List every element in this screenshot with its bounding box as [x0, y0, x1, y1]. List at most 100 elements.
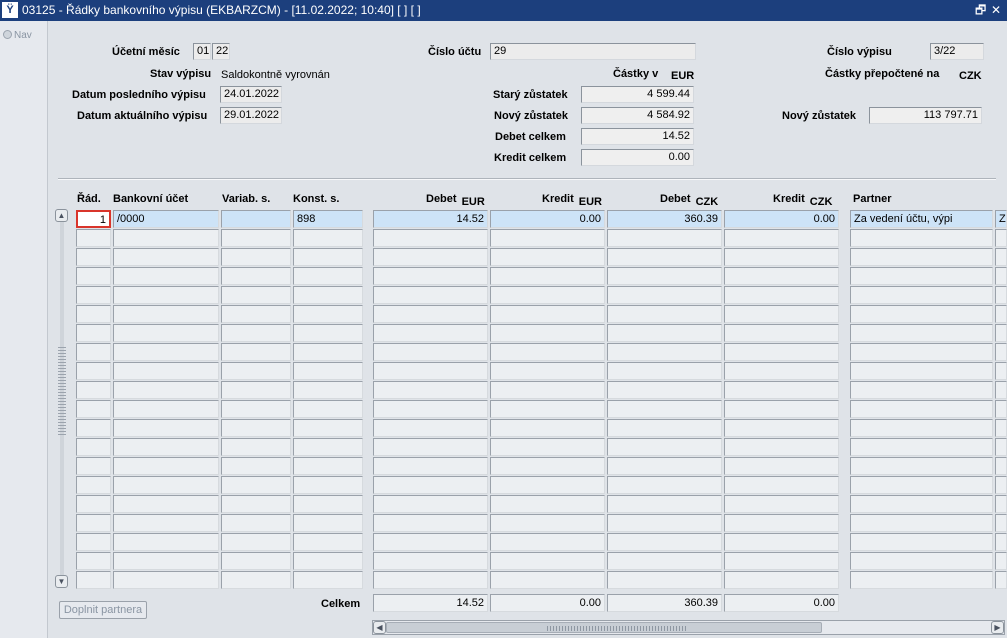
- table-cell-rad[interactable]: [76, 229, 111, 247]
- table-cell-debet-eur[interactable]: [373, 343, 488, 361]
- table-cell-partner[interactable]: Za vedení účtu, výpi: [850, 210, 993, 228]
- table-cell-kredit-czk[interactable]: [724, 381, 839, 399]
- table-cell-extra[interactable]: [995, 324, 1007, 342]
- table-cell-bankovni-ucet[interactable]: [113, 419, 219, 437]
- table-cell-kredit-eur[interactable]: [490, 381, 605, 399]
- cislo-uctu-field[interactable]: 29: [490, 43, 696, 60]
- table-cell-variab[interactable]: [221, 267, 291, 285]
- table-cell-partner[interactable]: [850, 571, 993, 589]
- table-cell-konst[interactable]: [293, 343, 363, 361]
- table-cell-debet-eur[interactable]: [373, 381, 488, 399]
- table-cell-bankovni-ucet[interactable]: [113, 324, 219, 342]
- table-cell-bankovni-ucet[interactable]: [113, 343, 219, 361]
- table-cell-extra[interactable]: Z: [995, 210, 1007, 228]
- table-cell-debet-czk[interactable]: [607, 552, 722, 570]
- table-cell-debet-eur[interactable]: 14.52: [373, 210, 488, 228]
- table-cell-extra[interactable]: [995, 457, 1007, 475]
- table-cell-partner[interactable]: [850, 343, 993, 361]
- table-cell-kredit-eur[interactable]: [490, 362, 605, 380]
- table-cell-bankovni-ucet[interactable]: [113, 514, 219, 532]
- table-cell-debet-czk[interactable]: [607, 267, 722, 285]
- table-cell-kredit-czk[interactable]: [724, 324, 839, 342]
- table-cell-kredit-eur[interactable]: [490, 248, 605, 266]
- table-cell-partner[interactable]: [850, 419, 993, 437]
- table-cell-kredit-eur[interactable]: [490, 324, 605, 342]
- table-cell-extra[interactable]: [995, 438, 1007, 456]
- table-cell-debet-eur[interactable]: [373, 438, 488, 456]
- table-cell-bankovni-ucet[interactable]: [113, 305, 219, 323]
- table-cell-debet-eur[interactable]: [373, 229, 488, 247]
- table-cell-konst[interactable]: [293, 305, 363, 323]
- table-cell-rad[interactable]: [76, 514, 111, 532]
- table-cell-debet-czk[interactable]: [607, 514, 722, 532]
- table-cell-variab[interactable]: [221, 343, 291, 361]
- table-cell-konst[interactable]: [293, 457, 363, 475]
- table-cell-extra[interactable]: [995, 248, 1007, 266]
- table-cell-konst[interactable]: [293, 419, 363, 437]
- table-cell-konst[interactable]: [293, 438, 363, 456]
- table-cell-kredit-czk[interactable]: [724, 533, 839, 551]
- table-cell-debet-czk[interactable]: [607, 457, 722, 475]
- table-cell-bankovni-ucet[interactable]: [113, 552, 219, 570]
- table-cell-rad[interactable]: [76, 248, 111, 266]
- table-cell-kredit-czk[interactable]: [724, 476, 839, 494]
- table-cell-konst[interactable]: [293, 571, 363, 589]
- table-cell-konst[interactable]: [293, 286, 363, 304]
- table-cell-konst[interactable]: [293, 495, 363, 513]
- table-cell-konst[interactable]: [293, 362, 363, 380]
- table-cell-konst[interactable]: [293, 476, 363, 494]
- table-cell-extra[interactable]: [995, 495, 1007, 513]
- table-cell-bankovni-ucet[interactable]: [113, 438, 219, 456]
- table-cell-debet-czk[interactable]: [607, 571, 722, 589]
- table-cell-rad[interactable]: [76, 438, 111, 456]
- table-cell-kredit-eur[interactable]: [490, 552, 605, 570]
- table-cell-debet-czk[interactable]: [607, 495, 722, 513]
- table-cell-variab[interactable]: [221, 229, 291, 247]
- table-cell-variab[interactable]: [221, 381, 291, 399]
- datum-posledniho-field[interactable]: 24.01.2022: [220, 86, 282, 103]
- table-cell-kredit-eur[interactable]: [490, 571, 605, 589]
- table-cell-extra[interactable]: [995, 267, 1007, 285]
- table-cell-kredit-eur[interactable]: [490, 267, 605, 285]
- table-cell-variab[interactable]: [221, 400, 291, 418]
- table-cell-partner[interactable]: [850, 476, 993, 494]
- restore-window-icon[interactable]: 🗗: [975, 2, 986, 18]
- table-cell-partner[interactable]: [850, 514, 993, 532]
- table-cell-bankovni-ucet[interactable]: [113, 229, 219, 247]
- table-cell-extra[interactable]: [995, 305, 1007, 323]
- table-cell-rad[interactable]: [76, 457, 111, 475]
- table-cell-kredit-czk[interactable]: [724, 248, 839, 266]
- table-cell-kredit-eur[interactable]: [490, 495, 605, 513]
- table-cell-debet-czk[interactable]: [607, 362, 722, 380]
- table-cell-extra[interactable]: [995, 552, 1007, 570]
- table-cell-bankovni-ucet[interactable]: [113, 571, 219, 589]
- table-cell-kredit-eur[interactable]: [490, 305, 605, 323]
- table-cell-extra[interactable]: [995, 286, 1007, 304]
- table-cell-debet-eur[interactable]: [373, 362, 488, 380]
- table-cell-kredit-eur[interactable]: [490, 343, 605, 361]
- table-cell-kredit-eur[interactable]: [490, 400, 605, 418]
- table-cell-debet-eur[interactable]: [373, 248, 488, 266]
- table-cell-kredit-czk[interactable]: [724, 229, 839, 247]
- table-cell-bankovni-ucet[interactable]: [113, 248, 219, 266]
- table-cell-rad[interactable]: [76, 324, 111, 342]
- table-cell-kredit-eur[interactable]: [490, 457, 605, 475]
- table-cell-bankovni-ucet[interactable]: [113, 533, 219, 551]
- table-cell-konst[interactable]: [293, 267, 363, 285]
- table-cell-extra[interactable]: [995, 381, 1007, 399]
- table-cell-variab[interactable]: [221, 324, 291, 342]
- table-cell-debet-czk[interactable]: [607, 476, 722, 494]
- datum-aktualniho-field[interactable]: 29.01.2022: [220, 107, 282, 124]
- table-cell-debet-eur[interactable]: [373, 286, 488, 304]
- table-cell-kredit-czk[interactable]: [724, 267, 839, 285]
- table-cell-debet-eur[interactable]: [373, 267, 488, 285]
- table-cell-variab[interactable]: [221, 533, 291, 551]
- scroll-grip[interactable]: [58, 345, 66, 435]
- table-cell-variab[interactable]: [221, 571, 291, 589]
- table-cell-debet-eur[interactable]: [373, 476, 488, 494]
- table-cell-partner[interactable]: [850, 457, 993, 475]
- table-cell-konst[interactable]: [293, 514, 363, 532]
- table-cell-kredit-eur[interactable]: [490, 438, 605, 456]
- table-cell-partner[interactable]: [850, 362, 993, 380]
- table-cell-extra[interactable]: [995, 533, 1007, 551]
